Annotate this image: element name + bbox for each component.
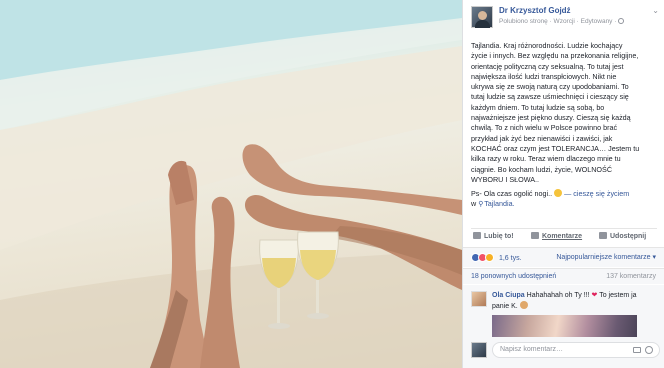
- post-header: Dr Krzysztof Gojdź Polubiono stronę · Wz…: [471, 6, 661, 32]
- post-body-line: życie i innych. Bez względu na przekonan…: [471, 51, 639, 61]
- location-prefix: w: [471, 199, 477, 209]
- author-name[interactable]: Dr Krzysztof Gojdź: [499, 6, 571, 15]
- share-button[interactable]: Udostępnij: [599, 232, 646, 240]
- post-body-line: najważniejsze jest piękno duszy. Cieszą …: [471, 113, 631, 123]
- camera-icon[interactable]: [633, 347, 641, 353]
- viewer-avatar: [471, 342, 487, 358]
- like-label: Lubię to!: [484, 233, 514, 240]
- comment-input-placeholder: Napisz komentarz…: [500, 346, 564, 353]
- globe-icon: [618, 18, 625, 24]
- comment-sort-dropdown[interactable]: Najpopularniejsze komentarze ▾: [556, 253, 656, 261]
- post-actions: Lubię to! Komentarze Udostępnij: [471, 232, 657, 244]
- comment: Ola Ciupa Hahahahah oh Ty !!! ❤ To jeste…: [492, 291, 660, 311]
- share-comment-stats: 18 ponownych udostępnień 137 komentarzy: [463, 268, 664, 284]
- reactions-bar: 1,6 tys. Najpopularniejsze komentarze ▾: [463, 247, 664, 267]
- comments-section: Ola Ciupa Hahahahah oh Ty !!! ❤ To jeste…: [463, 285, 664, 368]
- post-body-line: tutaj ludzie są zawsze uśmiechnięci i ci…: [471, 92, 629, 102]
- post-body-line: Tajlandia. Kraj różnorodności. Ludzie ko…: [471, 41, 623, 50]
- ps-text: Ps- Ola czas ogolić nogi..: [471, 189, 553, 198]
- comment-button[interactable]: Komentarze: [531, 232, 582, 240]
- post-body-line: ukrywa się ze swoją naturą czy upodobani…: [471, 82, 629, 92]
- comment-text-2: To jestem ja: [599, 292, 637, 299]
- comment-text-3: panie K.: [492, 302, 518, 310]
- comment-icon: [531, 232, 539, 239]
- author-avatar[interactable]: [471, 6, 493, 28]
- location-link[interactable]: Tajlandia.: [484, 199, 514, 208]
- comment-text: Hahahahah oh Ty !!!: [526, 292, 590, 299]
- comment-label: Komentarze: [542, 233, 583, 240]
- post-body: Tajlandia. Kraj różnorodności. Ludzie ko…: [471, 41, 659, 185]
- commenter-avatar[interactable]: [471, 291, 487, 307]
- heart-emoji-icon: ❤: [591, 292, 598, 299]
- comment-input[interactable]: Napisz komentarz…: [492, 342, 660, 358]
- share-label: Udostępnij: [610, 233, 647, 240]
- share-icon: [599, 232, 607, 239]
- beach-photo-illustration: [0, 0, 462, 368]
- face-emoji-icon: [519, 300, 528, 309]
- facebook-post-viewer: Dr Krzysztof Gojdź Polubiono stronę · Wz…: [0, 0, 664, 368]
- haha-reaction-icon: [485, 253, 494, 262]
- divider: [471, 228, 657, 229]
- post-meta-text: Polubiono stronę · Wzorcji · Edytowany ·: [499, 18, 617, 25]
- shares-count-link[interactable]: 18 ponownych udostępnień: [471, 273, 556, 280]
- post-panel: Dr Krzysztof Gojdź Polubiono stronę · Wz…: [462, 0, 664, 368]
- post-body-line: KOCHAĆ oraz czym jest TOLERANCJA… Jestem…: [471, 143, 640, 153]
- post-body-line: każdym dniem. To tutaj ludzie są sobą, b…: [471, 102, 605, 112]
- feeling-link[interactable]: — cieszę się życiem: [564, 189, 629, 198]
- post-photo[interactable]: [0, 0, 462, 368]
- post-ps: Ps- Ola czas ogolić nogi.. — cieszę się …: [471, 189, 659, 210]
- post-body-line: kilka razy w roku. Teraz wiem dlaczego m…: [471, 154, 621, 164]
- post-meta: Polubiono stronę · Wzorcji · Edytowany ·: [499, 18, 625, 25]
- post-body-line: ciągnie. Bo kocham ludzi, życie, WOLNOŚĆ: [471, 164, 613, 174]
- post-body-line: WYBORU I SŁOWA..: [471, 174, 540, 184]
- post-body-line: orientację polityczną czy seksualną. To …: [471, 61, 624, 71]
- thumbs-up-icon: [473, 232, 481, 239]
- like-button[interactable]: Lubię to!: [473, 232, 514, 240]
- post-body-line: przykład jak żyć bez nienawiści i zawiśc…: [471, 133, 613, 143]
- reactions-count: 1,6 tys.: [498, 255, 522, 262]
- comments-count: 137 komentarzy: [606, 273, 656, 280]
- comment-image[interactable]: [492, 315, 637, 337]
- commenter-name[interactable]: Ola Ciupa: [492, 292, 525, 299]
- chevron-down-icon[interactable]: ⌄: [652, 6, 659, 15]
- post-body-line: chwilą. To z nich wielu w Polsce powinno…: [471, 123, 618, 133]
- reactions-summary[interactable]: 1,6 tys.: [471, 253, 522, 262]
- smile-emoji-icon: [554, 189, 563, 197]
- post-body-line: największa ilość ludzi transpłciowych. N…: [471, 71, 617, 81]
- emoji-picker-icon[interactable]: [645, 346, 653, 354]
